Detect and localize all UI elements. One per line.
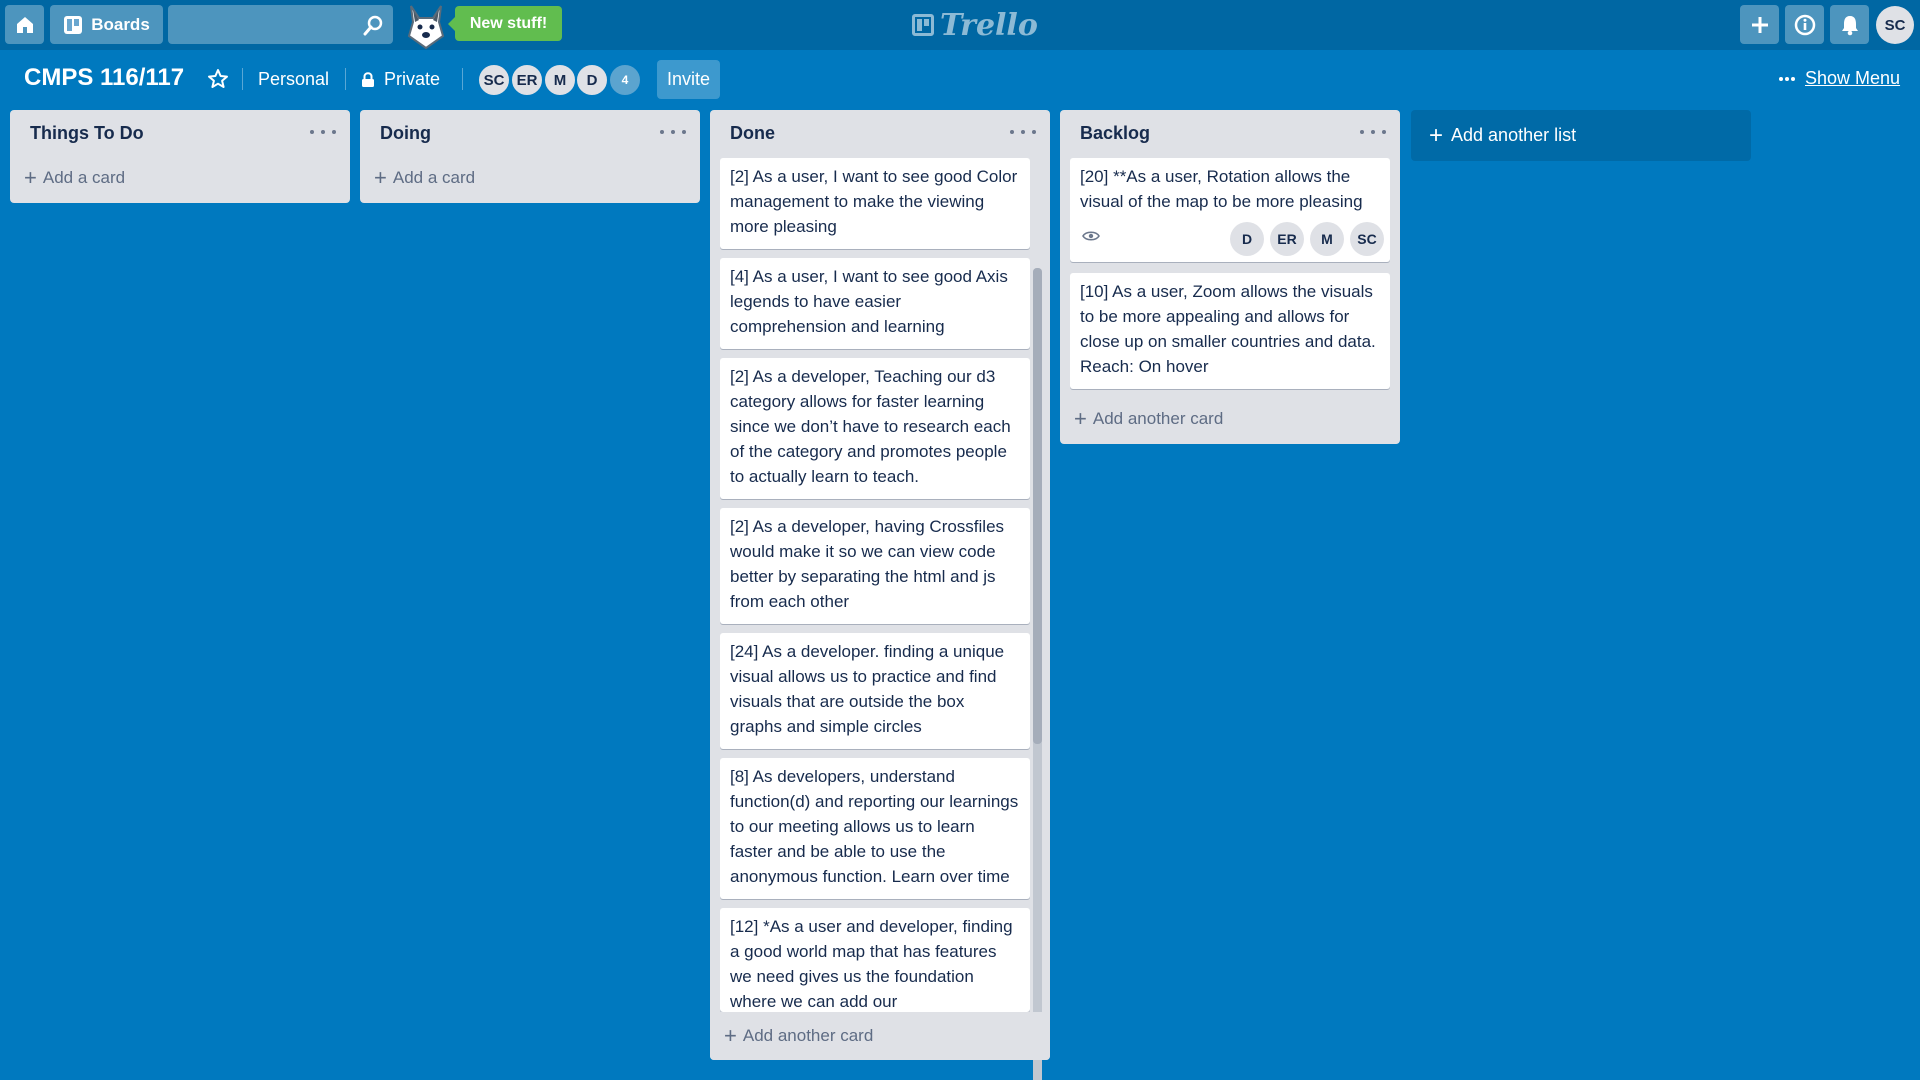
ellipsis-icon [1360,130,1364,134]
card[interactable]: [24] As a developer. finding a unique vi… [720,633,1030,749]
home-icon [16,16,33,33]
add-card-label: Add a card [42,168,126,187]
boards-icon [64,15,83,34]
card-members: D ER M SC [1230,222,1384,256]
card[interactable]: [20] **As a user, Rotation allows the vi… [1070,158,1390,262]
card[interactable]: [2] As a developer, having Crossfiles wo… [720,508,1030,624]
scrollbar-thumb[interactable] [1033,268,1042,744]
ellipsis-icon [660,130,664,134]
team-button[interactable]: Personal [258,69,329,90]
list-title[interactable]: Done [730,123,775,144]
list-footer: + Add another card [710,1012,1050,1060]
divider [242,68,243,90]
list-menu-button[interactable] [310,122,336,142]
top-header: Boards New stuff! Trello SC [0,0,1920,50]
info-button[interactable] [1785,5,1824,44]
list-title[interactable]: Backlog [1080,123,1150,144]
list-title[interactable]: Doing [380,123,431,144]
logo-text: Trello [940,7,1038,43]
add-card-label: Add a card [392,168,476,187]
plus-icon: + [24,165,37,190]
visibility-label: Private [384,69,441,89]
ellipsis-icon [1010,130,1014,134]
card-title: [20] **As a user, Rotation allows the vi… [1080,167,1363,211]
home-button[interactable] [5,5,44,44]
plus-icon: + [724,1023,737,1048]
add-card-button[interactable]: + Add a card [24,165,126,190]
search-icon[interactable] [363,14,385,36]
card-member-avatar[interactable]: M [1310,222,1344,256]
show-menu-button[interactable]: Show Menu [1779,68,1900,89]
list-menu-button[interactable] [1360,122,1386,142]
card-badges: D ER M SC [1080,222,1384,256]
plus-icon: + [1074,406,1087,431]
list-scrollbar[interactable] [1033,268,1042,1080]
extra-members-count[interactable]: 4 [608,63,642,97]
notifications-button[interactable] [1830,5,1869,44]
card-member-avatar[interactable]: ER [1270,222,1304,256]
add-card-button[interactable]: + Add another card [724,1023,874,1048]
add-card-button[interactable]: + Add another card [1074,406,1224,431]
plus-icon: + [1429,121,1444,149]
card-member-avatar[interactable]: D [1230,222,1264,256]
list-done: Done [2] As a user, I want to see good C… [710,110,1050,1080]
trello-logo-icon [912,14,934,36]
card[interactable]: [2] As a user, I want to see good Color … [720,158,1030,249]
member-avatar[interactable]: M [543,63,577,97]
member-avatar[interactable]: D [575,63,609,97]
bell-icon [1841,15,1858,35]
add-list-button[interactable]: + Add another list [1411,110,1751,161]
list-things-to-do: Things To Do + Add a card [10,110,350,203]
board-title[interactable]: CMPS 116/117 [24,64,184,92]
new-stuff-button[interactable]: New stuff! [448,6,562,41]
create-button[interactable] [1740,5,1779,44]
card[interactable]: [10] As a user, Zoom allows the visuals … [1070,273,1390,389]
taco-mascot-icon[interactable] [403,2,449,50]
list-doing: Doing + Add a card [360,110,700,203]
add-card-label: Add another card [742,1026,874,1045]
list-title[interactable]: Things To Do [30,123,144,144]
card-member-avatar[interactable]: SC [1350,222,1384,256]
lock-icon [362,71,374,87]
list-menu-button[interactable] [1010,122,1036,142]
eye-icon [1082,231,1100,241]
member-avatar[interactable]: ER [510,63,544,97]
star-button[interactable] [207,68,229,90]
divider [462,68,463,90]
card[interactable]: [4] As a user, I want to see good Axis l… [720,258,1030,349]
card[interactable]: [2] As a developer, Teaching our d3 cate… [720,358,1030,499]
trello-logo[interactable]: Trello [912,6,1038,44]
divider [345,68,346,90]
card[interactable]: [12] *As a user and developer, finding a… [720,908,1030,1012]
boards-label: Boards [91,14,150,34]
add-card-label: Add another card [1092,409,1224,428]
search-input[interactable] [168,5,393,44]
invite-button[interactable]: Invite [657,60,720,99]
visibility-button[interactable]: Private [361,69,440,90]
info-icon [1794,14,1815,35]
add-list-label: Add another list [1451,125,1577,145]
list-menu-button[interactable] [660,122,686,142]
ellipsis-icon [1779,76,1795,81]
ellipsis-icon [310,130,314,134]
boards-button[interactable]: Boards [50,5,163,44]
plus-icon: + [374,165,387,190]
show-menu-label: Show Menu [1805,68,1901,88]
add-card-button[interactable]: + Add a card [374,165,476,190]
plus-icon [1751,16,1768,33]
card[interactable]: [8] As developers, understand function(d… [720,758,1030,899]
list-backlog: Backlog [20] **As a user, Rotation allow… [1060,110,1400,444]
star-icon [208,69,228,88]
member-avatar[interactable]: SC [477,63,511,97]
user-avatar[interactable]: SC [1876,6,1914,44]
